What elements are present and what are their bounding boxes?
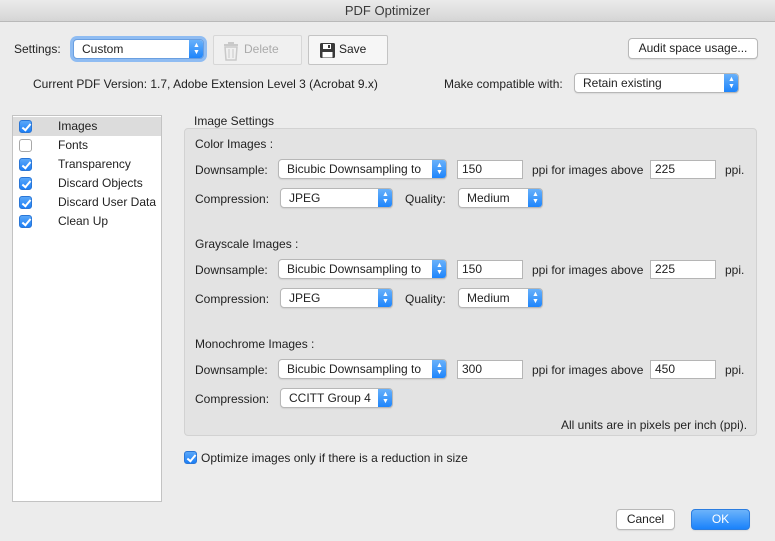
color-quality-dropdown[interactable]: Medium ▲ ▼ bbox=[458, 188, 543, 208]
sidebar-item-clean-up[interactable]: Clean Up bbox=[13, 212, 161, 231]
color-downsample-label: Downsample: bbox=[195, 163, 268, 177]
grayscale-compression-dropdown[interactable]: JPEG ▲ ▼ bbox=[280, 288, 393, 308]
grayscale-compression-value: JPEG bbox=[289, 291, 321, 305]
image-settings-title: Image Settings bbox=[194, 114, 275, 128]
save-button-label: Save bbox=[339, 42, 367, 56]
audit-space-usage-button[interactable]: Audit space usage... bbox=[628, 38, 758, 59]
make-compatible-value: Retain existing bbox=[583, 76, 662, 90]
monochrome-compression-dropdown[interactable]: CCITT Group 4 ▲ ▼ bbox=[280, 388, 393, 408]
monochrome-downsample-dropdown[interactable]: Bicubic Downsampling to ▲ ▼ bbox=[278, 359, 447, 379]
sidebar-item-images[interactable]: Images bbox=[13, 117, 161, 136]
grayscale-downsample-label: Downsample: bbox=[195, 263, 268, 277]
chevron-updown-icon: ▲ ▼ bbox=[528, 289, 542, 307]
sidebar-item-transparency[interactable]: Transparency bbox=[13, 155, 161, 174]
grayscale-quality-value: Medium bbox=[467, 291, 510, 305]
grayscale-quality-label: Quality: bbox=[405, 292, 446, 306]
make-compatible-dropdown[interactable]: Retain existing ▲ ▼ bbox=[574, 73, 739, 93]
color-downsample-dropdown[interactable]: Bicubic Downsampling to ▲ ▼ bbox=[278, 159, 447, 179]
grayscale-downsample-dropdown[interactable]: Bicubic Downsampling to ▲ ▼ bbox=[278, 259, 447, 279]
cancel-button[interactable]: Cancel bbox=[616, 509, 675, 530]
optimize-only-checkbox[interactable] bbox=[184, 451, 197, 464]
chevron-updown-icon: ▲ ▼ bbox=[724, 74, 738, 92]
monochrome-above-input[interactable]: 450 bbox=[650, 360, 716, 379]
delete-button[interactable]: Delete bbox=[213, 35, 302, 65]
chevron-updown-icon: ▲ ▼ bbox=[378, 389, 392, 407]
grayscale-quality-dropdown[interactable]: Medium ▲ ▼ bbox=[458, 288, 543, 308]
monochrome-compression-label: Compression: bbox=[195, 392, 270, 406]
sidebar-item-label: Fonts bbox=[58, 138, 89, 152]
monochrome-compression-value: CCITT Group 4 bbox=[289, 391, 371, 405]
monochrome-ppi-input[interactable]: 300 bbox=[457, 360, 523, 379]
sidebar-item-label: Discard Objects bbox=[58, 176, 143, 190]
fonts-checkbox[interactable] bbox=[19, 139, 32, 152]
grayscale-downsample-value: Bicubic Downsampling to bbox=[287, 262, 422, 276]
monochrome-downsample-label: Downsample: bbox=[195, 363, 268, 377]
clean-up-checkbox[interactable] bbox=[19, 215, 32, 228]
pdf-optimizer-window: PDF Optimizer Settings: Custom ▲ ▼ Delete… bbox=[0, 0, 775, 541]
color-quality-label: Quality: bbox=[405, 192, 446, 206]
sidebar-item-discard-user-data[interactable]: Discard User Data bbox=[13, 193, 161, 212]
chevron-updown-icon: ▲ ▼ bbox=[189, 40, 203, 58]
chevron-updown-icon: ▲ ▼ bbox=[432, 260, 446, 278]
color-above-input[interactable]: 225 bbox=[650, 160, 716, 179]
floppy-disk-icon bbox=[320, 43, 335, 58]
chevron-updown-icon: ▲ ▼ bbox=[378, 189, 392, 207]
settings-dropdown[interactable]: Custom ▲ ▼ bbox=[73, 39, 204, 59]
color-ppi-input[interactable]: 150 bbox=[457, 160, 523, 179]
category-list: Images Fonts Transparency Discard Object… bbox=[12, 115, 162, 502]
ok-button[interactable]: OK bbox=[691, 509, 750, 530]
delete-button-label: Delete bbox=[244, 42, 279, 56]
transparency-checkbox[interactable] bbox=[19, 158, 32, 171]
pdf-version-text: Current PDF Version: 1.7, Adobe Extensio… bbox=[33, 77, 378, 91]
grayscale-ppi-above-label: ppi for images above bbox=[532, 263, 644, 277]
settings-dropdown-value: Custom bbox=[82, 42, 124, 56]
sidebar-item-label: Clean Up bbox=[58, 214, 109, 228]
grayscale-compression-label: Compression: bbox=[195, 292, 270, 306]
color-compression-label: Compression: bbox=[195, 192, 270, 206]
trash-icon bbox=[224, 42, 238, 61]
monochrome-ppi-above-label: ppi for images above bbox=[532, 363, 644, 377]
settings-label: Settings: bbox=[14, 42, 61, 56]
chevron-updown-icon: ▲ ▼ bbox=[378, 289, 392, 307]
color-images-title: Color Images : bbox=[195, 137, 274, 151]
sidebar-item-label: Discard User Data bbox=[58, 195, 157, 209]
grayscale-images-title: Grayscale Images : bbox=[195, 237, 299, 251]
optimize-only-label: Optimize images only if there is a reduc… bbox=[201, 451, 468, 465]
chevron-updown-icon: ▲ ▼ bbox=[432, 160, 446, 178]
color-compression-dropdown[interactable]: JPEG ▲ ▼ bbox=[280, 188, 393, 208]
discard-objects-checkbox[interactable] bbox=[19, 177, 32, 190]
monochrome-ppi-unit: ppi. bbox=[725, 363, 745, 377]
grayscale-ppi-unit: ppi. bbox=[725, 263, 745, 277]
grayscale-above-input[interactable]: 225 bbox=[650, 260, 716, 279]
sidebar-item-discard-objects[interactable]: Discard Objects bbox=[13, 174, 161, 193]
color-ppi-above-label: ppi for images above bbox=[532, 163, 644, 177]
discard-user-data-checkbox[interactable] bbox=[19, 196, 32, 209]
make-compatible-label: Make compatible with: bbox=[444, 77, 563, 91]
sidebar-item-label: Images bbox=[58, 119, 98, 133]
grayscale-ppi-input[interactable]: 150 bbox=[457, 260, 523, 279]
units-note: All units are in pixels per inch (ppi). bbox=[561, 418, 748, 432]
monochrome-downsample-value: Bicubic Downsampling to bbox=[287, 362, 422, 376]
save-button[interactable]: Save bbox=[308, 35, 388, 65]
color-quality-value: Medium bbox=[467, 191, 510, 205]
images-checkbox[interactable] bbox=[19, 120, 32, 133]
chevron-updown-icon: ▲ ▼ bbox=[432, 360, 446, 378]
color-ppi-unit: ppi. bbox=[725, 163, 745, 177]
chevron-updown-icon: ▲ ▼ bbox=[528, 189, 542, 207]
sidebar-item-fonts[interactable]: Fonts bbox=[13, 136, 161, 155]
sidebar-item-label: Transparency bbox=[58, 157, 131, 171]
color-compression-value: JPEG bbox=[289, 191, 321, 205]
color-downsample-value: Bicubic Downsampling to bbox=[287, 162, 422, 176]
monochrome-images-title: Monochrome Images : bbox=[195, 337, 315, 351]
window-title: PDF Optimizer bbox=[0, 0, 775, 22]
